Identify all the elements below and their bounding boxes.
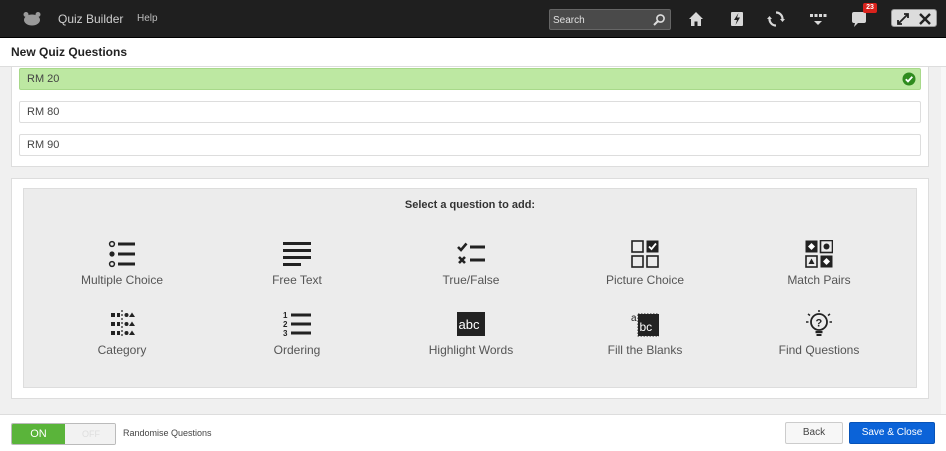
qtype-label: Highlight Words [428, 343, 514, 357]
qtype-picture-choice[interactable]: Picture Choice [580, 240, 710, 287]
svg-text:bc: bc [640, 320, 653, 334]
answer-option[interactable]: RM 90 [19, 134, 921, 156]
save-close-button[interactable]: Save & Close [849, 422, 935, 444]
qtype-ordering[interactable]: 1 2 3 Ordering [232, 310, 362, 357]
qtype-fill-blanks[interactable]: a bc Fill the Blanks [580, 310, 710, 357]
fill-blanks-icon: a bc [631, 313, 659, 337]
randomise-label: Randomise Questions [123, 428, 212, 438]
qtype-label: Find Questions [778, 343, 860, 357]
qtype-category[interactable]: Category [57, 310, 187, 357]
grid-menu-icon[interactable] [809, 10, 827, 28]
svg-text:3: 3 [283, 329, 288, 338]
app-title[interactable]: Quiz Builder [58, 12, 123, 26]
footer-bar: ON OFF Randomise Questions Back Save & C… [0, 414, 946, 451]
page-title: New Quiz Questions [11, 45, 128, 59]
qtype-label: Match Pairs [787, 273, 851, 287]
qtype-label: True/False [442, 273, 500, 287]
picture-choice-icon [631, 240, 659, 268]
ordering-icon: 1 2 3 [283, 311, 311, 338]
page-header: New Quiz Questions [0, 39, 946, 67]
svg-text:abc: abc [459, 317, 480, 332]
answers-panel: RM 20 RM 80 RM 90 [11, 67, 929, 167]
answer-text: RM 90 [27, 139, 60, 151]
answer-option[interactable]: RM 80 [19, 101, 921, 123]
qtype-match-pairs[interactable]: Match Pairs [754, 240, 884, 287]
answer-text: RM 80 [27, 106, 60, 118]
svg-text:a: a [631, 313, 637, 324]
match-pairs-icon [805, 240, 833, 268]
question-types-panel: Select a question to add: Multiple Choic… [11, 178, 929, 399]
answer-text: RM 20 [27, 73, 60, 85]
top-bar: Quiz Builder Help 23 [0, 0, 946, 38]
qtype-label: Category [97, 343, 147, 357]
notification-badge: 23 [863, 3, 877, 13]
qtype-label: Free Text [272, 273, 322, 287]
qtype-label: Fill the Blanks [607, 343, 683, 357]
search-input[interactable] [553, 12, 651, 28]
scrollbar[interactable] [941, 67, 946, 414]
content-area: RM 20 RM 80 RM 90 Select a question to a… [0, 67, 946, 414]
qtype-highlight-words[interactable]: abc Highlight Words [406, 310, 536, 357]
question-types-title: Select a question to add: [404, 199, 536, 211]
qtype-label: Multiple Choice [80, 273, 164, 287]
toggle-on[interactable]: ON [12, 424, 65, 444]
highlight-words-icon: abc [457, 312, 485, 336]
pulse-icon[interactable] [728, 10, 746, 28]
back-button[interactable]: Back [785, 422, 843, 444]
close-icon[interactable] [918, 12, 932, 26]
search-box[interactable] [549, 9, 671, 30]
window-controls [891, 9, 937, 27]
multiple-choice-icon [108, 240, 135, 268]
toggle-off[interactable]: OFF [65, 424, 115, 444]
fullscreen-icon[interactable] [896, 12, 910, 26]
question-types-grid: Select a question to add: Multiple Choic… [23, 188, 917, 388]
find-questions-icon: ? [806, 310, 832, 336]
svg-text:?: ? [816, 318, 823, 330]
qtype-free-text[interactable]: Free Text [232, 240, 362, 287]
randomise-toggle[interactable]: ON OFF [11, 423, 116, 445]
category-icon [111, 310, 135, 338]
qtype-label: Picture Choice [605, 273, 685, 287]
search-icon[interactable] [652, 13, 666, 27]
logo-icon [23, 12, 41, 26]
true-false-icon [457, 242, 485, 264]
answer-option-correct[interactable]: RM 20 [19, 68, 921, 90]
free-text-icon [283, 242, 311, 266]
check-circle-icon [902, 72, 916, 86]
qtype-true-false[interactable]: True/False [406, 240, 536, 287]
svg-text:2: 2 [283, 320, 288, 329]
svg-text:1: 1 [283, 311, 288, 320]
home-icon[interactable] [687, 10, 705, 28]
qtype-multiple-choice[interactable]: Multiple Choice [57, 240, 187, 287]
qtype-find-questions[interactable]: ? Find Questions [754, 310, 884, 357]
qtype-label: Ordering [273, 343, 321, 357]
help-link[interactable]: Help [137, 13, 158, 24]
sync-icon[interactable] [767, 10, 785, 28]
